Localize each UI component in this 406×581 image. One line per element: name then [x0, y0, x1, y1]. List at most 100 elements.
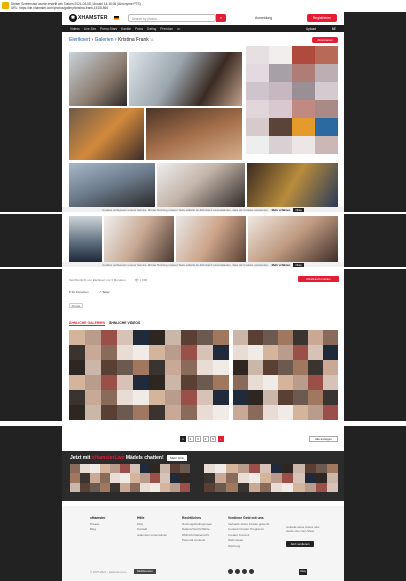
mosaic-tile [308, 405, 323, 420]
footer-link[interactable]: Blog [90, 527, 105, 533]
nav-item-premium[interactable]: Premium [160, 27, 173, 31]
cookie-more-link[interactable]: Mehr erfahren [272, 208, 291, 212]
gallery-photo[interactable] [176, 216, 246, 262]
mosaic-tile [180, 473, 190, 483]
mosaic-tile [101, 405, 117, 420]
gallery-photo[interactable] [69, 52, 127, 106]
youtube-icon[interactable] [249, 569, 254, 574]
mosaic-tile [69, 330, 85, 345]
page-button[interactable]: 3 [195, 436, 201, 442]
mosaic-tile [248, 473, 260, 483]
nav-item-dating[interactable]: Dating [147, 27, 156, 31]
site-logo[interactable]: ✱ XHAMSTER [69, 14, 111, 22]
live-cam-thumbs[interactable] [204, 464, 338, 492]
breadcrumb-galleries-link[interactable]: Galerien [95, 37, 114, 43]
mosaic-tile [233, 360, 248, 375]
footer-link[interactable]: Werbung [228, 544, 269, 550]
mosaic-tile [165, 330, 181, 345]
gallery-photo[interactable] [69, 216, 102, 262]
gallery-photo[interactable] [248, 216, 338, 262]
page-button[interactable]: 5 [210, 436, 216, 442]
mosaic-tile [85, 345, 101, 360]
page-button[interactable]: 1 [180, 436, 186, 442]
mosaic-tile [233, 390, 248, 405]
gallery-photo[interactable] [104, 216, 174, 262]
gallery-photo[interactable] [157, 163, 245, 207]
nav-more-button[interactable]: ••• [177, 27, 180, 31]
cookie-more-link[interactable]: Mehr erfahren [272, 263, 291, 267]
instagram-icon[interactable] [242, 569, 247, 574]
gallery-photo[interactable] [146, 108, 242, 160]
mobile-version-button[interactable]: Mobilversion [134, 569, 156, 574]
cookie-ok-button[interactable]: Okay [299, 569, 307, 575]
mosaic-tile [101, 345, 117, 360]
mosaic-tile [315, 473, 327, 483]
show-all-button[interactable]: Alle anzeigen [309, 436, 338, 442]
mosaic-tile [197, 345, 213, 360]
subscribe-button[interactable]: Abonnieren [312, 37, 338, 43]
mosaic-tile [233, 330, 248, 345]
nav-item-porn-stars[interactable]: Porno-Stars [100, 27, 117, 31]
footer-link[interactable]: Datenschutzrichtlinie [182, 527, 212, 533]
live-title-pre: Jetzt mit [70, 455, 92, 461]
right-margin [344, 12, 406, 581]
mosaic-tile [293, 405, 308, 420]
mosaic-tile [117, 375, 133, 390]
mosaic-tile [197, 330, 213, 345]
nav-item-live-sex[interactable]: Live-Sex [84, 27, 96, 31]
pagination: 1 2 3 4 5 › [180, 436, 224, 442]
favorites-button[interactable]: ♥ Zu Favoriten [69, 290, 88, 294]
footer-link[interactable]: Content Creator Programm [228, 527, 269, 533]
next-page-button[interactable]: › [217, 436, 224, 442]
mosaic-tile [323, 405, 338, 420]
mosaic-tile [133, 405, 149, 420]
eye-icon: 👁 [135, 278, 139, 282]
mosaic-tile [149, 390, 165, 405]
register-button[interactable]: Registrieren [307, 14, 337, 22]
gallery-photo[interactable] [129, 52, 242, 106]
nav-item-photos[interactable]: Fotos [135, 27, 143, 31]
cookie-text: Cookies verbessern unsere Service. Mit d… [102, 207, 269, 212]
gallery-photo[interactable] [247, 163, 338, 207]
tab-similar-videos[interactable]: ÄHNLICHE VIDEOS [109, 321, 140, 326]
report-button[interactable]: Missbrauch melden [298, 276, 339, 282]
related-gallery-thumb[interactable] [233, 330, 338, 420]
nav-item-channels[interactable]: Kanäle [121, 27, 131, 31]
mosaic-tile [326, 464, 338, 474]
cookie-ok-button[interactable]: Okay [293, 207, 304, 212]
page-button[interactable]: 4 [202, 436, 209, 442]
page-button[interactable]: 2 [187, 436, 194, 442]
more-girls-button[interactable]: Mehr Girls [167, 455, 187, 461]
upload-button[interactable]: Upload [306, 27, 316, 31]
user-menu[interactable]: BE [332, 27, 336, 31]
nav-item-videos[interactable]: Videos [70, 27, 80, 31]
live-cam-thumbs[interactable] [70, 464, 190, 492]
footer-link[interactable]: xHamster unterstützen [137, 533, 167, 539]
footer-link[interactable]: Parental Controls [182, 538, 212, 544]
logo-text: XHAMSTER [78, 15, 108, 21]
earn-now-button[interactable]: Jetzt verdienen [286, 541, 314, 547]
tag-chip[interactable]: Promis [69, 303, 83, 308]
cookie-ok-button[interactable]: Okay [293, 262, 304, 267]
breadcrumb: Elerikoert › Galerien › Kristina Frank 1… [69, 37, 154, 43]
search-input[interactable]: Search by photos... [128, 14, 216, 22]
gallery-photo[interactable] [69, 163, 155, 207]
mosaic-tile [233, 345, 248, 360]
mosaic-tile [140, 473, 150, 483]
login-link[interactable]: Anmeldung [255, 16, 272, 20]
related-gallery-thumb[interactable] [69, 330, 229, 420]
facebook-icon[interactable] [235, 569, 240, 574]
twitter-icon[interactable] [228, 569, 233, 574]
page-break [0, 212, 406, 214]
share-button[interactable]: ↗ Teilen [99, 290, 110, 294]
mosaic-tile [233, 405, 248, 420]
breadcrumb-user-link[interactable]: Elerikoert [69, 37, 90, 43]
mosaic-tile [213, 345, 229, 360]
mosaic-tile [293, 390, 308, 405]
language-flag-icon[interactable] [114, 15, 119, 20]
mosaic-tile [69, 345, 85, 360]
tab-similar-galleries[interactable]: ÄHNLICHE GALERIEN [69, 321, 105, 326]
gallery-photo[interactable] [69, 108, 144, 160]
ad-banner[interactable] [246, 46, 338, 154]
search-button[interactable]: ⌕ [216, 14, 226, 22]
